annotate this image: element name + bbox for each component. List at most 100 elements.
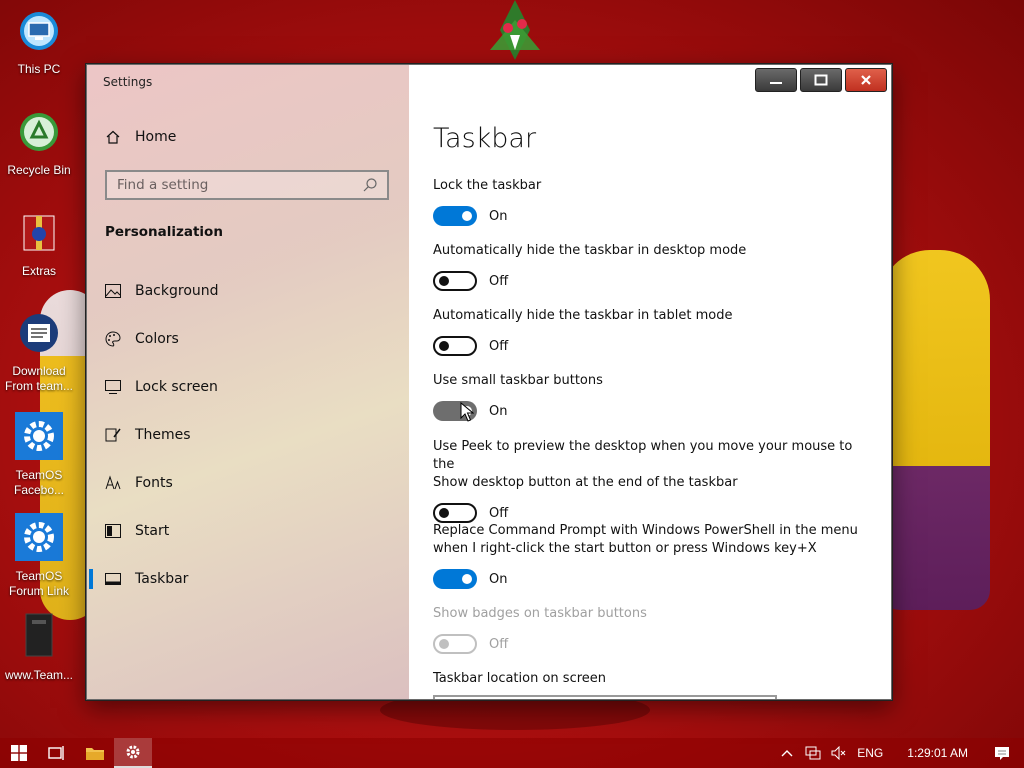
sidebar-item-label: Start xyxy=(135,523,170,539)
lock-taskbar-toggle[interactable] xyxy=(433,206,477,226)
chevron-up-icon[interactable] xyxy=(779,745,795,761)
network-icon[interactable] xyxy=(805,745,821,761)
gear-icon xyxy=(126,745,140,759)
sidebar-item-label: Fonts xyxy=(135,475,173,491)
close-icon xyxy=(861,75,871,85)
setting-peek: Use Peek to preview the desktop when you… xyxy=(433,438,873,523)
window-title: Settings xyxy=(103,75,153,89)
taskbar: ENG 1:29:01 AM xyxy=(0,738,1024,768)
gift-box-icon xyxy=(23,215,55,251)
mouse-cursor-icon xyxy=(460,402,474,422)
volume-muted-icon[interactable] xyxy=(831,745,847,761)
file-explorer-button[interactable] xyxy=(76,738,114,768)
desktop-icon-label: www.Team... xyxy=(4,668,73,682)
start-icon xyxy=(105,523,121,539)
autohide-desktop-toggle[interactable] xyxy=(433,271,477,291)
sidebar-item-fonts[interactable]: Fonts xyxy=(87,459,409,507)
action-center-icon[interactable] xyxy=(994,745,1010,761)
section-title: Personalization xyxy=(105,224,223,240)
page-title: Taskbar xyxy=(433,123,537,154)
desktop-icon-teamos-facebook[interactable]: TeamOS Facebo... xyxy=(4,412,74,498)
sidebar-item-label: Background xyxy=(135,283,219,299)
badges-toggle xyxy=(433,634,477,654)
desktop-icon-extras[interactable]: Extras xyxy=(4,212,74,279)
desktop-icon-recycle-bin[interactable]: Recycle Bin xyxy=(4,111,74,178)
sidebar-item-label: Taskbar xyxy=(135,571,189,587)
picture-icon xyxy=(105,283,121,299)
document-icon xyxy=(25,613,53,657)
sidebar-item-themes[interactable]: Themes xyxy=(87,411,409,459)
minimize-button[interactable] xyxy=(755,68,797,92)
sidebar-item-background[interactable]: Background xyxy=(87,267,409,315)
toggle-state: On xyxy=(489,403,508,419)
language-indicator[interactable]: ENG xyxy=(857,746,883,760)
maximize-button[interactable] xyxy=(800,68,842,92)
search-input[interactable] xyxy=(107,176,361,194)
download-globe-icon xyxy=(20,314,58,352)
close-button[interactable] xyxy=(845,68,887,92)
powershell-toggle[interactable] xyxy=(433,569,477,589)
setting-label: Use small taskbar buttons xyxy=(433,373,603,388)
sidebar-item-label: Themes xyxy=(135,427,191,443)
sidebar-item-start[interactable]: Start xyxy=(87,507,409,555)
clock[interactable]: 1:29:01 AM xyxy=(907,746,968,760)
setting-label: Automatically hide the taskbar in deskto… xyxy=(433,243,747,258)
peek-toggle[interactable] xyxy=(433,503,477,523)
setting-label: when I right-click the start button or p… xyxy=(433,541,817,556)
taskbar-icon xyxy=(105,571,121,587)
taskbar-location-dropdown[interactable] xyxy=(433,695,777,699)
font-icon xyxy=(105,475,121,491)
monitor-lock-icon xyxy=(105,379,121,395)
setting-badges: Show badges on taskbar buttons Off xyxy=(433,605,873,654)
brush-icon xyxy=(105,427,121,443)
settings-taskbar-button[interactable] xyxy=(114,738,152,768)
setting-label: Taskbar location on screen xyxy=(433,671,607,686)
setting-label: Show badges on taskbar buttons xyxy=(433,606,647,621)
task-view-button[interactable] xyxy=(38,738,76,768)
search-icon[interactable] xyxy=(361,176,379,194)
toggle-state: On xyxy=(489,571,508,587)
sidebar-item-label: Colors xyxy=(135,331,179,347)
toggle-state: Off xyxy=(489,273,509,289)
toggle-state: Off xyxy=(489,338,509,354)
setting-label: Use Peek to preview the desktop when you… xyxy=(433,439,853,472)
desktop-icon-label: TeamOS xyxy=(15,569,63,583)
setting-taskbar-location: Taskbar location on screen xyxy=(433,670,873,688)
setting-powershell: Replace Command Prompt with Windows Powe… xyxy=(433,522,873,589)
desktop-icon-label: Download xyxy=(12,364,66,378)
sidebar-item-label: Lock screen xyxy=(135,379,218,395)
system-tray: ENG 1:29:01 AM xyxy=(779,738,1024,768)
gear-shortcut-icon xyxy=(15,412,63,460)
desktop-icon-www-team[interactable]: www.Team... xyxy=(4,612,74,683)
desktop-icon-download[interactable]: Download From team... xyxy=(4,312,74,394)
desktop-icon-label: Facebo... xyxy=(13,483,65,497)
minion-decoration xyxy=(880,250,990,610)
desktop-icon-this-pc[interactable]: This PC xyxy=(4,10,74,77)
desktop-icon-label: This PC xyxy=(17,62,61,76)
palette-icon xyxy=(105,331,121,347)
mistletoe-decoration xyxy=(490,0,540,60)
desktop-icon-teamos-forum[interactable]: TeamOS Forum Link xyxy=(4,513,74,599)
sidebar-item-lock-screen[interactable]: Lock screen xyxy=(87,363,409,411)
home-link[interactable]: Home xyxy=(105,129,176,145)
recycle-bin-icon xyxy=(20,113,58,151)
sidebar-item-taskbar[interactable]: Taskbar xyxy=(87,555,409,603)
setting-autohide-desktop: Automatically hide the taskbar in deskto… xyxy=(433,242,873,291)
desktop-icon-label: From team... xyxy=(4,379,73,393)
setting-label: Lock the taskbar xyxy=(433,178,542,193)
start-button[interactable] xyxy=(0,738,38,768)
setting-lock-taskbar: Lock the taskbar On xyxy=(433,177,873,226)
caption-buttons xyxy=(755,68,887,92)
task-view-icon xyxy=(48,746,64,760)
settings-window: Settings Home Personalization Background xyxy=(86,64,892,700)
setting-label: Replace Command Prompt with Windows Powe… xyxy=(433,523,858,538)
desktop-icon-label: Forum Link xyxy=(8,584,70,598)
sidebar-nav: Background Colors Lock screen Themes Fon… xyxy=(87,267,409,603)
desktop-icon-label: Recycle Bin xyxy=(7,163,71,177)
setting-label: Automatically hide the taskbar in tablet… xyxy=(433,308,733,323)
sidebar-item-colors[interactable]: Colors xyxy=(87,315,409,363)
toggle-state: Off xyxy=(489,636,509,652)
folder-icon xyxy=(86,748,104,760)
settings-sidebar: Settings Home Personalization Background xyxy=(87,65,409,699)
autohide-tablet-toggle[interactable] xyxy=(433,336,477,356)
